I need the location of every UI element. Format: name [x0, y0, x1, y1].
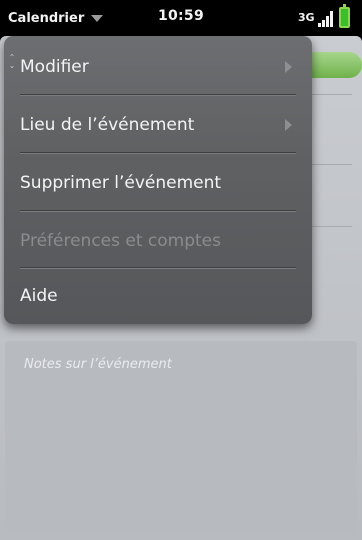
- battery-icon: [339, 4, 350, 28]
- menu-item-preferences: Préférences et comptes: [4, 213, 312, 269]
- menu-item-supprimer[interactable]: Supprimer l’événement: [4, 155, 312, 211]
- notes-placeholder: Notes sur l’événement: [24, 357, 172, 372]
- menu-item-label: Préférences et comptes: [20, 231, 221, 251]
- chevron-right-icon: [285, 61, 292, 73]
- menu-item-label: Aide: [20, 286, 58, 306]
- menu-divider: [20, 210, 296, 212]
- status-bar: Calendrier 10:59 3G: [0, 0, 362, 36]
- network-type: 3G: [298, 11, 315, 24]
- menu-divider: [20, 94, 296, 96]
- signal-strength-icon: [318, 10, 336, 27]
- app-menu: ⌃ ⌄ Modifier Lieu de l’événement Supprime…: [4, 36, 312, 324]
- chevron-right-icon: [285, 119, 292, 131]
- menu-item-label: Lieu de l’événement: [20, 115, 195, 135]
- menu-divider: [20, 152, 296, 154]
- menu-item-aide[interactable]: Aide: [4, 268, 312, 324]
- menu-item-label: Modifier: [20, 57, 89, 77]
- menu-item-label: Supprimer l’événement: [20, 173, 222, 193]
- menu-item-modifier[interactable]: Modifier: [4, 39, 312, 95]
- menu-item-lieu[interactable]: Lieu de l’événement: [4, 97, 312, 153]
